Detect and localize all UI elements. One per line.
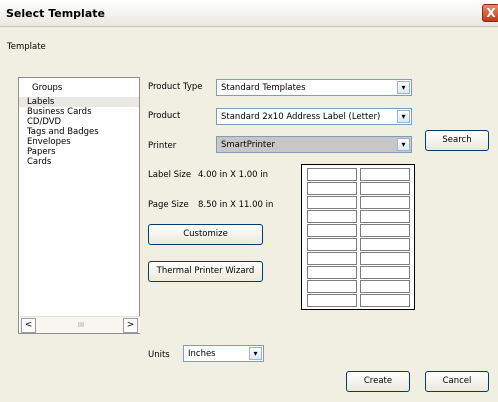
- label-cell: [360, 168, 410, 181]
- group-item-business-cards[interactable]: Business Cards: [19, 107, 139, 117]
- search-button[interactable]: Search: [425, 130, 489, 151]
- close-icon[interactable]: X: [482, 4, 498, 22]
- units-value: Inches: [188, 349, 216, 359]
- label-preview: [301, 164, 415, 310]
- units-select[interactable]: Inches ▾: [183, 345, 264, 362]
- label-cell: [307, 238, 357, 251]
- label-cell: [307, 294, 357, 307]
- group-item-papers[interactable]: Papers: [19, 147, 139, 157]
- label-cell: [360, 182, 410, 195]
- product-type-value: Standard Templates: [221, 83, 306, 93]
- label-cell: [360, 280, 410, 293]
- groups-list[interactable]: Groups Labels Business Cards CD/DVD Tags…: [18, 77, 140, 334]
- group-item-tags-badges[interactable]: Tags and Badges: [19, 127, 139, 137]
- units-label: Units: [148, 350, 170, 360]
- label-cell: [360, 252, 410, 265]
- group-item-labels[interactable]: Labels: [19, 97, 139, 107]
- customize-button[interactable]: Customize: [148, 224, 263, 245]
- groups-header: Groups: [32, 83, 63, 93]
- label-cell: [307, 168, 357, 181]
- label-cell: [360, 196, 410, 209]
- label-cell: [307, 266, 357, 279]
- chevron-down-icon[interactable]: ▾: [397, 110, 410, 123]
- product-select[interactable]: Standard 2x10 Address Label (Letter) ▾: [216, 108, 412, 125]
- scroll-right-icon[interactable]: >: [123, 318, 138, 333]
- title-bar: Select Template X: [0, 0, 498, 27]
- label-cell: [360, 210, 410, 223]
- label-cell: [307, 224, 357, 237]
- product-type-select[interactable]: Standard Templates ▾: [216, 79, 412, 96]
- printer-label: Printer: [148, 141, 177, 151]
- thermal-printer-wizard-button[interactable]: Thermal Printer Wizard: [148, 261, 263, 282]
- cancel-button[interactable]: Cancel: [425, 371, 489, 392]
- create-button[interactable]: Create: [346, 371, 410, 392]
- label-cell: [307, 182, 357, 195]
- chevron-down-icon[interactable]: ▾: [249, 347, 262, 360]
- label-cell: [360, 266, 410, 279]
- label-cell: [307, 196, 357, 209]
- printer-select[interactable]: SmartPrinter ▾: [216, 136, 412, 153]
- label-size-label: Label Size: [148, 170, 192, 180]
- label-cell: [307, 252, 357, 265]
- label-cell: [307, 280, 357, 293]
- scroll-left-icon[interactable]: <: [21, 318, 36, 333]
- horizontal-scrollbar[interactable]: < III >: [20, 316, 140, 333]
- window-title: Select Template: [6, 7, 105, 20]
- chevron-down-icon[interactable]: ▾: [397, 138, 410, 151]
- product-type-label: Product Type: [148, 82, 203, 92]
- group-item-envelopes[interactable]: Envelopes: [19, 137, 139, 147]
- section-label: Template: [7, 42, 46, 52]
- group-item-cd-dvd[interactable]: CD/DVD: [19, 117, 139, 127]
- group-item-cards[interactable]: Cards: [19, 157, 139, 167]
- label-cell: [360, 224, 410, 237]
- label-size-value: 4.00 in X 1.00 in: [198, 170, 268, 180]
- label-cell: [360, 238, 410, 251]
- page-size-value: 8.50 in X 11.00 in: [198, 200, 274, 210]
- printer-value: SmartPrinter: [221, 140, 275, 150]
- label-cell: [307, 210, 357, 223]
- product-value: Standard 2x10 Address Label (Letter): [221, 112, 381, 122]
- product-label: Product: [148, 111, 181, 121]
- page-size-label: Page Size: [148, 200, 189, 210]
- scroll-thumb[interactable]: III: [72, 320, 90, 330]
- chevron-down-icon[interactable]: ▾: [397, 81, 410, 94]
- label-cell: [360, 294, 410, 307]
